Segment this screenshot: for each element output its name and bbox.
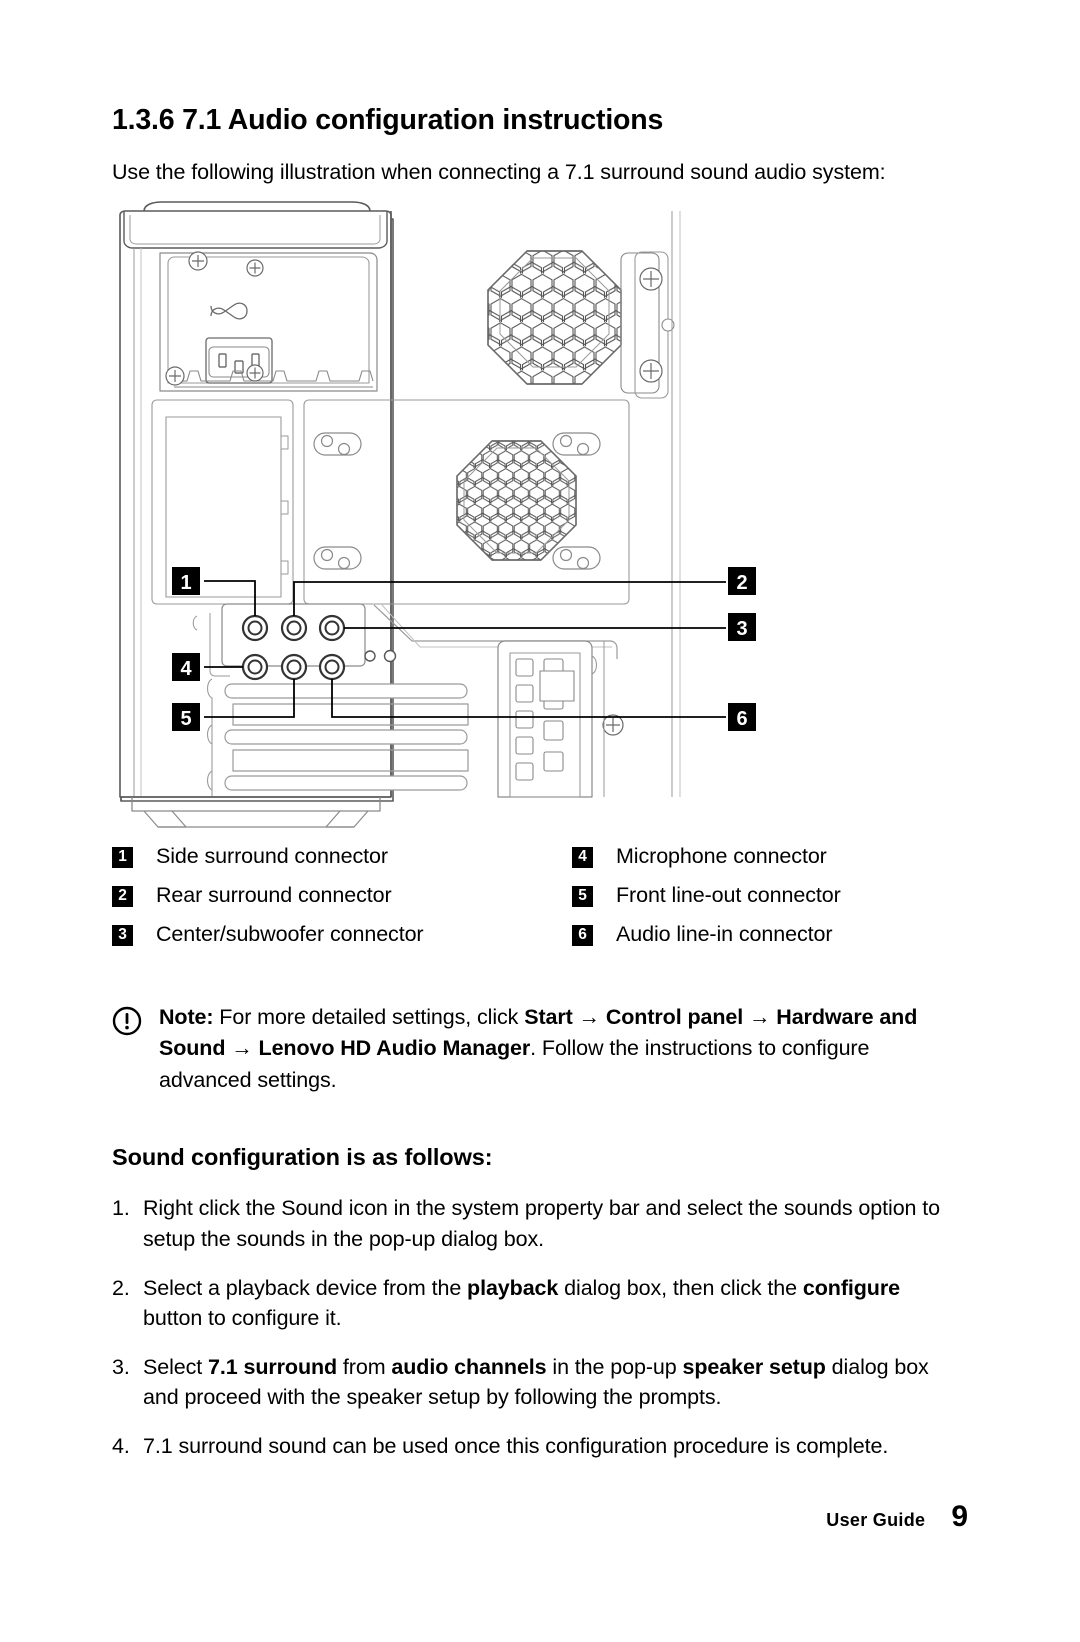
svg-text:6: 6 <box>736 708 747 730</box>
note-bold-control-panel: Control panel <box>605 1004 744 1029</box>
step-3-seg-3: audio channels <box>391 1354 547 1379</box>
svg-text:1: 1 <box>180 572 191 594</box>
step-text-4: 7.1 surround sound can be used once this… <box>143 1431 888 1462</box>
step-text-1: Right click the Sound icon in the system… <box>143 1193 948 1254</box>
step-3-seg-5: speaker setup <box>682 1354 826 1379</box>
step-text-3: Select 7.1 surround from audio channels … <box>143 1352 948 1413</box>
legend-label-5: Front line-out connector <box>616 882 841 907</box>
sound-configuration-heading: Sound configuration is as follows: <box>112 1144 493 1171</box>
legend-badge-3: 3 <box>112 924 133 946</box>
page-title: 1.3.6 7.1 Audio configuration instructio… <box>112 104 664 136</box>
step-number-3: 3. <box>112 1354 130 1379</box>
step-2-seg-0: Select a playback device from the <box>143 1275 468 1300</box>
page-content: 1.3.6 7.1 Audio configuration instructio… <box>112 104 948 1479</box>
page-number: 9 <box>951 1500 968 1533</box>
figure-legend: 1 Side surround connector 4 Microphone c… <box>112 843 948 960</box>
note-prefix: Note: <box>159 1004 214 1029</box>
step-3-seg-1: 7.1 surround <box>208 1354 338 1379</box>
legend-badge-6: 6 <box>572 924 593 946</box>
step-2-seg-3: configure <box>802 1275 900 1300</box>
page-footer: User Guide 9 <box>826 1500 968 1534</box>
step-1-seg-0: Right click the Sound icon in the system… <box>143 1196 941 1251</box>
list-item: 3. Select 7.1 surround from audio channe… <box>112 1352 948 1413</box>
step-number-4: 4. <box>112 1433 130 1458</box>
svg-text:4: 4 <box>180 658 192 680</box>
note-bold-audio-manager: Lenovo HD Audio Manager <box>258 1036 531 1061</box>
legend-badge-1: 1 <box>112 846 133 868</box>
legend-item-1: 1 Side surround connector <box>112 843 572 882</box>
legend-item-3: 3 Center/subwoofer connector <box>112 921 572 960</box>
step-text-2: Select a playback device from the playba… <box>143 1273 948 1334</box>
note-block: Note: For more detailed settings, click … <box>112 1002 948 1097</box>
legend-label-1: Side surround connector <box>156 843 388 868</box>
step-4-seg-0: 7.1 surround sound can be used once this… <box>143 1433 889 1458</box>
rear-panel-figure: 1 2 3 4 5 6 <box>112 200 948 833</box>
note-bold-start: Start <box>524 1004 573 1029</box>
legend-item-5: 5 Front line-out connector <box>572 882 948 921</box>
steps-list: 1. Right click the Sound icon in the sys… <box>112 1193 948 1461</box>
legend-badge-5: 5 <box>572 885 593 907</box>
legend-item-4: 4 Microphone connector <box>572 843 948 882</box>
list-item: 4. 7.1 surround sound can be used once t… <box>112 1431 948 1462</box>
legend-label-6: Audio line-in connector <box>616 921 833 946</box>
step-3-seg-4: in the pop-up <box>546 1354 683 1379</box>
exclamation-circle-icon <box>112 1006 142 1041</box>
step-number-2: 2. <box>112 1275 130 1300</box>
step-2-seg-4: button to configure it. <box>143 1306 342 1331</box>
svg-text:2: 2 <box>736 572 747 594</box>
note-arrow-2: → <box>743 1004 777 1029</box>
footer-label: User Guide <box>826 1510 926 1530</box>
legend-badge-2: 2 <box>112 885 133 907</box>
document-page: 1.3.6 7.1 Audio configuration instructio… <box>0 0 1080 1642</box>
svg-text:5: 5 <box>180 708 191 730</box>
legend-item-2: 2 Rear surround connector <box>112 882 572 921</box>
intro-paragraph: Use the following illustration when conn… <box>112 159 886 184</box>
legend-label-4: Microphone connector <box>616 843 827 868</box>
legend-label-3: Center/subwoofer connector <box>156 921 424 946</box>
note-part1: For more detailed settings, click <box>213 1004 525 1029</box>
svg-text:3: 3 <box>736 618 747 640</box>
legend-label-2: Rear surround connector <box>156 882 392 907</box>
step-2-seg-1: playback <box>467 1275 559 1300</box>
legend-badge-4: 4 <box>572 846 593 868</box>
step-number-1: 1. <box>112 1196 130 1221</box>
step-3-seg-0: Select <box>143 1354 209 1379</box>
list-item: 1. Right click the Sound icon in the sys… <box>112 1193 948 1254</box>
legend-item-6: 6 Audio line-in connector <box>572 921 948 960</box>
note-arrow-3: → <box>225 1036 259 1061</box>
note-text: Note: For more detailed settings, click … <box>159 1002 948 1097</box>
computer-tower-diagram: 1 2 3 4 5 6 <box>119 200 756 828</box>
step-3-seg-2: from <box>337 1354 392 1379</box>
note-arrow-1: → <box>572 1004 606 1029</box>
step-2-seg-2: dialog box, then click the <box>558 1275 803 1300</box>
list-item: 2. Select a playback device from the pla… <box>112 1273 948 1334</box>
